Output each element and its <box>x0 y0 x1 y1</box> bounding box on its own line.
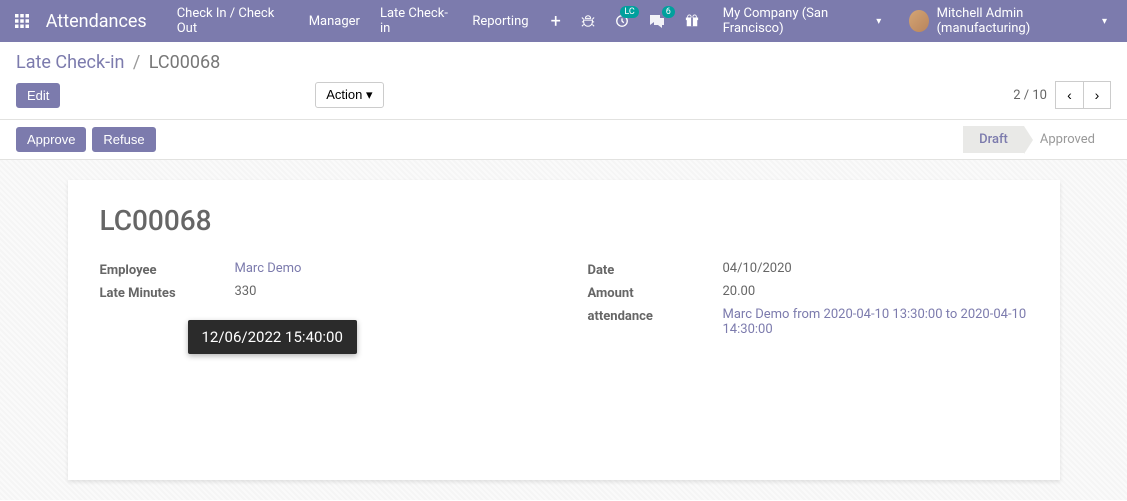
bug-icon[interactable] <box>573 0 603 42</box>
refuse-button[interactable]: Refuse <box>92 127 155 152</box>
breadcrumb: Late Check-in / LC00068 <box>0 42 1127 73</box>
action-dropdown[interactable]: Action ▾ <box>315 82 383 108</box>
form-sheet: LC00068 Employee Marc Demo Late Minutes … <box>68 180 1060 480</box>
company-name: My Company (San Francisco) <box>723 6 872 36</box>
control-panel: Edit Action ▾ 2 / 10 ‹ › <box>0 73 1127 120</box>
employee-label: Employee <box>100 261 235 278</box>
statusbar: Draft Approved <box>963 126 1111 153</box>
record-title: LC00068 <box>100 204 1028 237</box>
app-title[interactable]: Attendances <box>46 11 147 32</box>
navbar: Attendances Check In / Check Out Manager… <box>0 0 1127 42</box>
date-value: 04/10/2020 <box>723 261 1028 276</box>
pager-next[interactable]: › <box>1083 81 1111 109</box>
user-menu[interactable]: Mitchell Admin (manufacturing) ▾ <box>897 6 1119 36</box>
edit-button[interactable]: Edit <box>16 83 60 108</box>
breadcrumb-sep: / <box>133 52 140 73</box>
avatar <box>909 10 928 32</box>
status-draft[interactable]: Draft <box>963 126 1024 153</box>
statusbar-row: Approve Refuse Draft Approved <box>0 120 1127 160</box>
content-area: LC00068 Employee Marc Demo Late Minutes … <box>0 160 1127 500</box>
apps-icon[interactable] <box>8 14 36 28</box>
amount-value: 20.00 <box>723 284 1028 299</box>
breadcrumb-current: LC00068 <box>149 52 220 73</box>
chevron-down-icon: ▾ <box>876 16 881 27</box>
date-label: Date <box>588 261 723 278</box>
activity-icon[interactable]: LC <box>607 0 637 42</box>
pager: 2 / 10 ‹ › <box>1013 81 1111 109</box>
tooltip: 12/06/2022 15:40:00 <box>188 320 357 354</box>
pager-text[interactable]: 2 / 10 <box>1013 88 1047 103</box>
activity-badge: LC <box>620 6 638 18</box>
amount-label: Amount <box>588 284 723 301</box>
messages-badge: 6 <box>662 6 675 18</box>
approve-button[interactable]: Approve <box>16 127 86 152</box>
user-name: Mitchell Admin (manufacturing) <box>937 6 1098 36</box>
breadcrumb-parent[interactable]: Late Check-in <box>16 52 124 73</box>
employee-link[interactable]: Marc Demo <box>235 261 302 276</box>
nav-reporting[interactable]: Reporting <box>462 0 538 42</box>
attendance-link[interactable]: Marc Demo from 2020-04-10 13:30:00 to 20… <box>723 307 1027 337</box>
status-approved[interactable]: Approved <box>1024 126 1111 153</box>
form-col-right: Date 04/10/2020 Amount 20.00 attendance … <box>588 261 1028 343</box>
action-label: Action <box>326 87 362 102</box>
company-switcher[interactable]: My Company (San Francisco) ▾ <box>711 6 893 36</box>
chevron-down-icon: ▾ <box>1102 16 1107 27</box>
gift-icon[interactable] <box>677 0 707 42</box>
messages-icon[interactable]: 6 <box>641 0 673 42</box>
attendance-label: attendance <box>588 307 723 324</box>
late-minutes-label: Late Minutes <box>100 284 235 301</box>
late-minutes-value: 330 <box>235 284 540 299</box>
nav-late-checkin[interactable]: Late Check-in <box>370 0 462 42</box>
pager-prev[interactable]: ‹ <box>1055 81 1083 109</box>
chevron-down-icon: ▾ <box>366 87 373 102</box>
plus-icon[interactable]: + <box>539 11 573 32</box>
nav-checkin[interactable]: Check In / Check Out <box>167 0 299 42</box>
systray: LC 6 My Company (San Francisco) ▾ Mitche… <box>573 0 1119 42</box>
nav-manager[interactable]: Manager <box>299 0 370 42</box>
